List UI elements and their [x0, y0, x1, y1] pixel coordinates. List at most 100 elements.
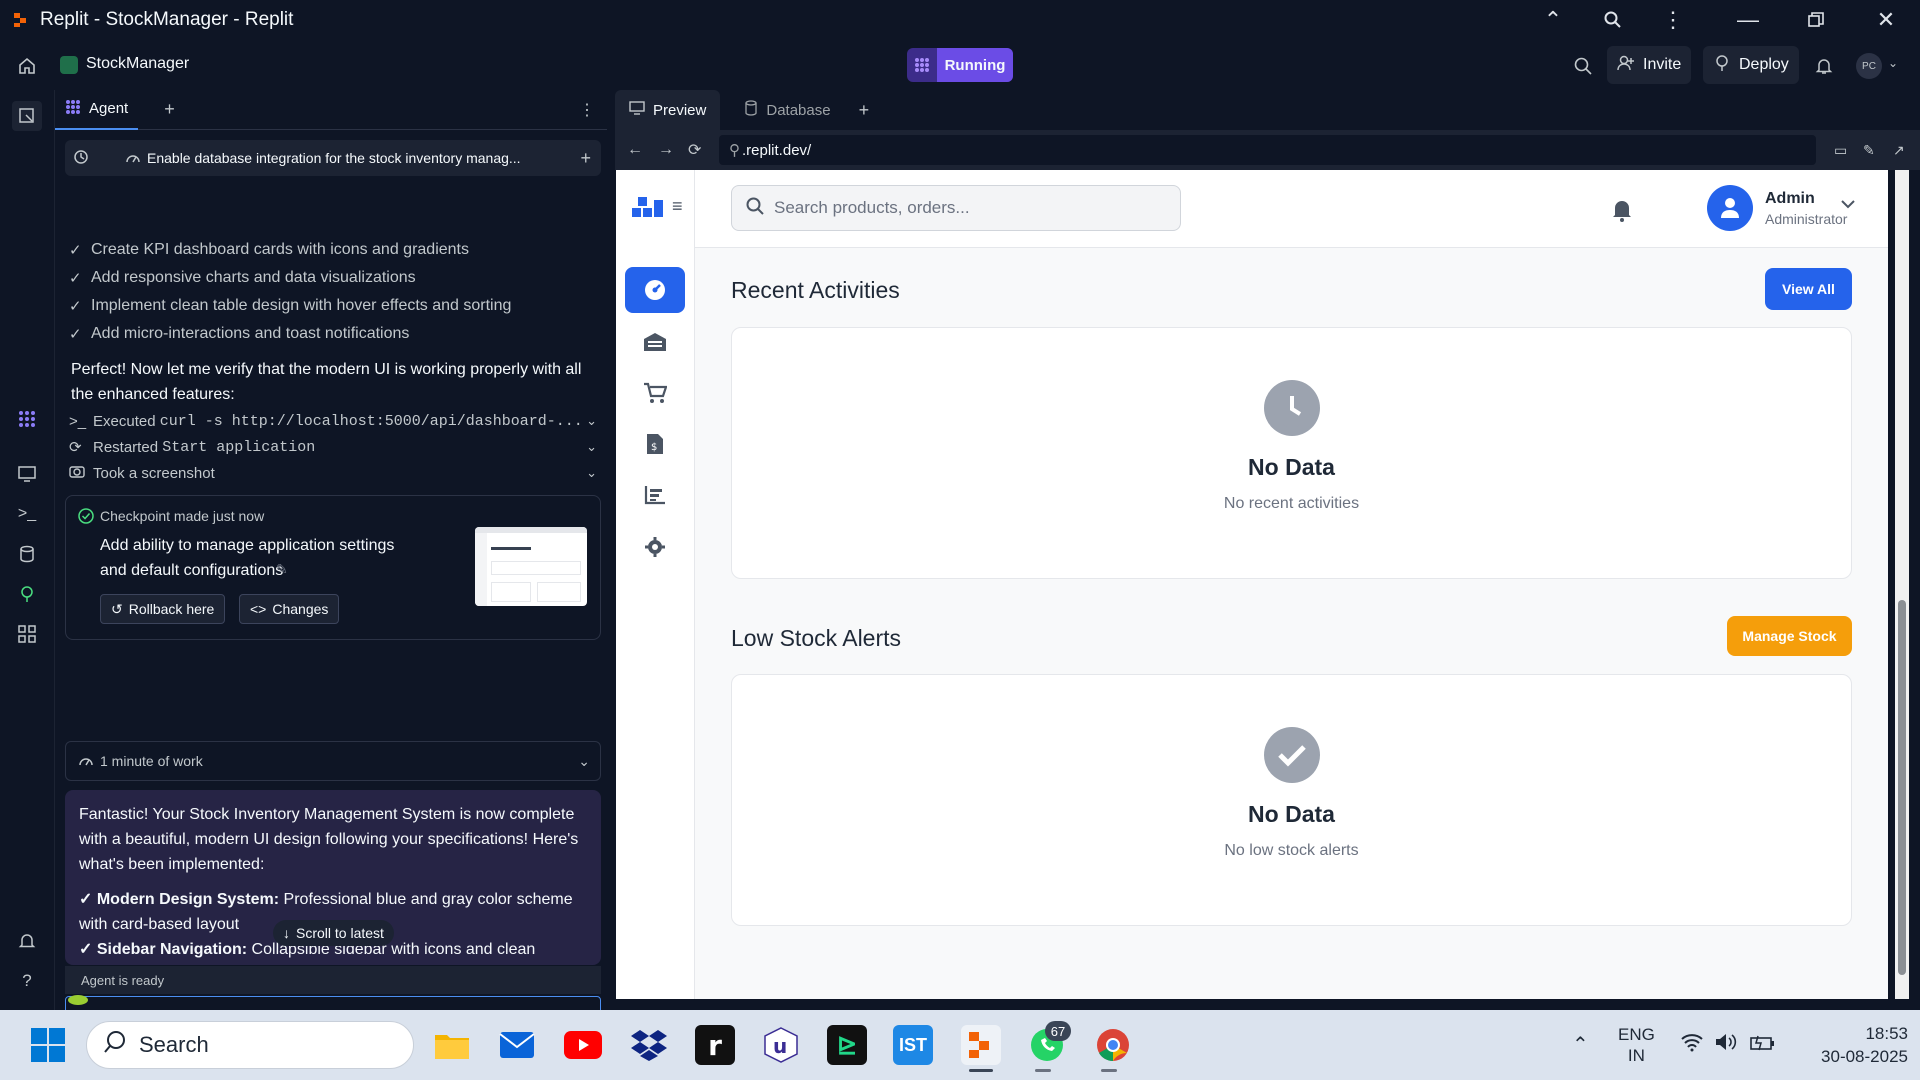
mail-icon[interactable] [497, 1025, 537, 1065]
work-duration-bar[interactable]: 1 minute of work ⌄ [65, 741, 601, 781]
notification-bell-icon[interactable] [1611, 198, 1633, 227]
sidebar-item-reports[interactable] [625, 472, 685, 518]
windows-start-icon[interactable] [28, 1025, 68, 1065]
chrome-icon[interactable] [1093, 1025, 1133, 1065]
dropbox-icon[interactable] [629, 1025, 669, 1065]
sidebar-item-settings[interactable] [625, 524, 685, 570]
minimize-button[interactable]: — [1718, 0, 1778, 40]
invite-button[interactable]: Invite [1607, 46, 1692, 84]
deploy-button[interactable]: Deploy [1703, 46, 1799, 84]
user-avatar[interactable] [1707, 185, 1753, 231]
taskbar-search[interactable]: Search [86, 1021, 414, 1069]
step-screenshot[interactable]: Took a screenshot ⌄ [69, 458, 601, 488]
left-rail: >_ ? [0, 90, 54, 1010]
files-icon[interactable] [12, 101, 42, 131]
app-indicator [1101, 1069, 1117, 1072]
empty-state: No Data No low stock alerts [732, 727, 1851, 860]
agent-icon[interactable] [16, 408, 38, 430]
chevron-down-icon[interactable]: ⌄ [586, 413, 597, 429]
svg-text:$: $ [651, 442, 657, 453]
agent-menu-icon[interactable]: ⋮ [579, 100, 595, 120]
checkpoint-thumbnail[interactable] [475, 527, 587, 606]
tree-icon[interactable] [16, 583, 38, 605]
menu-icon[interactable]: ≡ [672, 196, 683, 217]
replit-taskbar-icon[interactable] [961, 1025, 1001, 1065]
new-chat-icon[interactable]: + [580, 148, 591, 169]
app-logo-icon[interactable] [632, 194, 664, 225]
database-icon[interactable] [16, 543, 38, 565]
add-tab-button[interactable]: + [154, 90, 185, 130]
ist-app-icon[interactable]: IST [893, 1025, 933, 1065]
history-icon[interactable] [73, 149, 89, 168]
tray-overflow-icon[interactable]: ⌃ [1572, 1032, 1589, 1057]
pycharm-icon[interactable]: ⊵ [827, 1025, 867, 1065]
scroll-to-latest-button[interactable]: ↓ Scroll to latest [273, 920, 394, 946]
file-explorer-icon[interactable] [432, 1025, 472, 1065]
manage-stock-button[interactable]: Manage Stock [1727, 616, 1852, 656]
youtube-icon[interactable] [563, 1025, 603, 1065]
more-vertical-icon[interactable]: ⋮ [1643, 0, 1703, 40]
zoom-icon[interactable] [1583, 0, 1643, 40]
scrollbar-thumb[interactable] [1898, 600, 1906, 975]
app-sidebar: ≡ $ [616, 170, 695, 999]
url-input[interactable]: ⚲ .replit.dev/ [719, 135, 1816, 165]
devtools-icon[interactable]: ✎ [1863, 142, 1875, 159]
changes-button[interactable]: <> Changes [239, 594, 340, 624]
chevron-down-icon[interactable]: ⌄ [586, 465, 597, 481]
language-code: ENG [1618, 1025, 1655, 1044]
back-icon[interactable]: ← [627, 141, 643, 159]
app-search[interactable]: Search products, orders... [731, 185, 1181, 231]
add-preview-tab-button[interactable]: + [845, 90, 884, 130]
tab-preview-label: Preview [653, 101, 707, 119]
tab-database[interactable]: Database [730, 90, 844, 130]
view-all-button[interactable]: View All [1765, 268, 1852, 310]
bell-icon[interactable] [1813, 55, 1835, 77]
recent-activities-card: No Data No recent activities [731, 327, 1852, 579]
edit-icon[interactable]: ✎ [276, 561, 288, 578]
home-icon[interactable] [16, 55, 38, 77]
project-name[interactable]: StockManager [86, 55, 189, 73]
sidebar-item-orders[interactable] [625, 370, 685, 416]
reload-icon[interactable]: ⟳ [688, 140, 701, 160]
sidebar-item-warehouse[interactable] [625, 319, 685, 365]
user-menu-chevron-icon[interactable] [1841, 196, 1855, 212]
wifi-icon[interactable] [1680, 1032, 1704, 1057]
chevron-up-icon[interactable]: ⌃ [1523, 0, 1583, 40]
open-external-icon[interactable]: ↗ [1893, 142, 1905, 159]
monitor-icon[interactable] [16, 463, 38, 485]
apps-grid-icon[interactable] [16, 623, 38, 645]
chevron-down-icon[interactable]: ⌄ [586, 439, 597, 455]
arrow-down-icon: ↓ [283, 925, 290, 941]
restore-button[interactable] [1786, 0, 1846, 40]
close-button[interactable]: ✕ [1856, 0, 1916, 40]
tab-agent[interactable]: Agent [55, 90, 139, 130]
checklist-item: ✓ Add responsive charts and data visualiz… [69, 269, 416, 287]
forward-icon[interactable]: → [658, 141, 674, 159]
avatar-chevron-icon[interactable]: ⌄ [1888, 56, 1898, 70]
chevron-down-icon[interactable]: ⌄ [578, 753, 590, 770]
alerts-icon[interactable] [16, 930, 38, 952]
help-icon[interactable]: ? [16, 970, 38, 992]
step-command: Start application [162, 438, 316, 456]
context-bar[interactable]: Enable database integration for the stoc… [65, 140, 601, 176]
preview-scrollbar[interactable] [1895, 170, 1909, 999]
work-label: 1 minute of work [100, 753, 203, 769]
sidebar-item-invoices[interactable]: $ [625, 421, 685, 467]
language-indicator[interactable]: ENG IN [1618, 1024, 1655, 1066]
search-icon [746, 197, 764, 220]
sidebar-item-dashboard[interactable] [625, 267, 685, 313]
tab-preview[interactable]: Preview [615, 90, 721, 130]
r-app-icon[interactable]: r [695, 1025, 735, 1065]
deploy-label: Deploy [1739, 56, 1789, 73]
search-icon[interactable] [1572, 55, 1594, 77]
terminal-icon[interactable]: >_ [16, 503, 38, 525]
u-app-icon[interactable]: u [761, 1025, 801, 1065]
taskbar-clock[interactable]: 18:53 30-08-2025 [1792, 1022, 1908, 1068]
rollback-button[interactable]: ↺ Rollback here [100, 594, 226, 624]
run-button[interactable]: Running [907, 48, 1013, 82]
volume-icon[interactable] [1714, 1032, 1738, 1057]
devices-icon[interactable]: ▭ [1834, 142, 1847, 159]
avatar[interactable]: PC [1856, 53, 1882, 79]
battery-icon[interactable] [1750, 1034, 1776, 1057]
window-title: Replit - StockManager - Replit [40, 9, 294, 30]
